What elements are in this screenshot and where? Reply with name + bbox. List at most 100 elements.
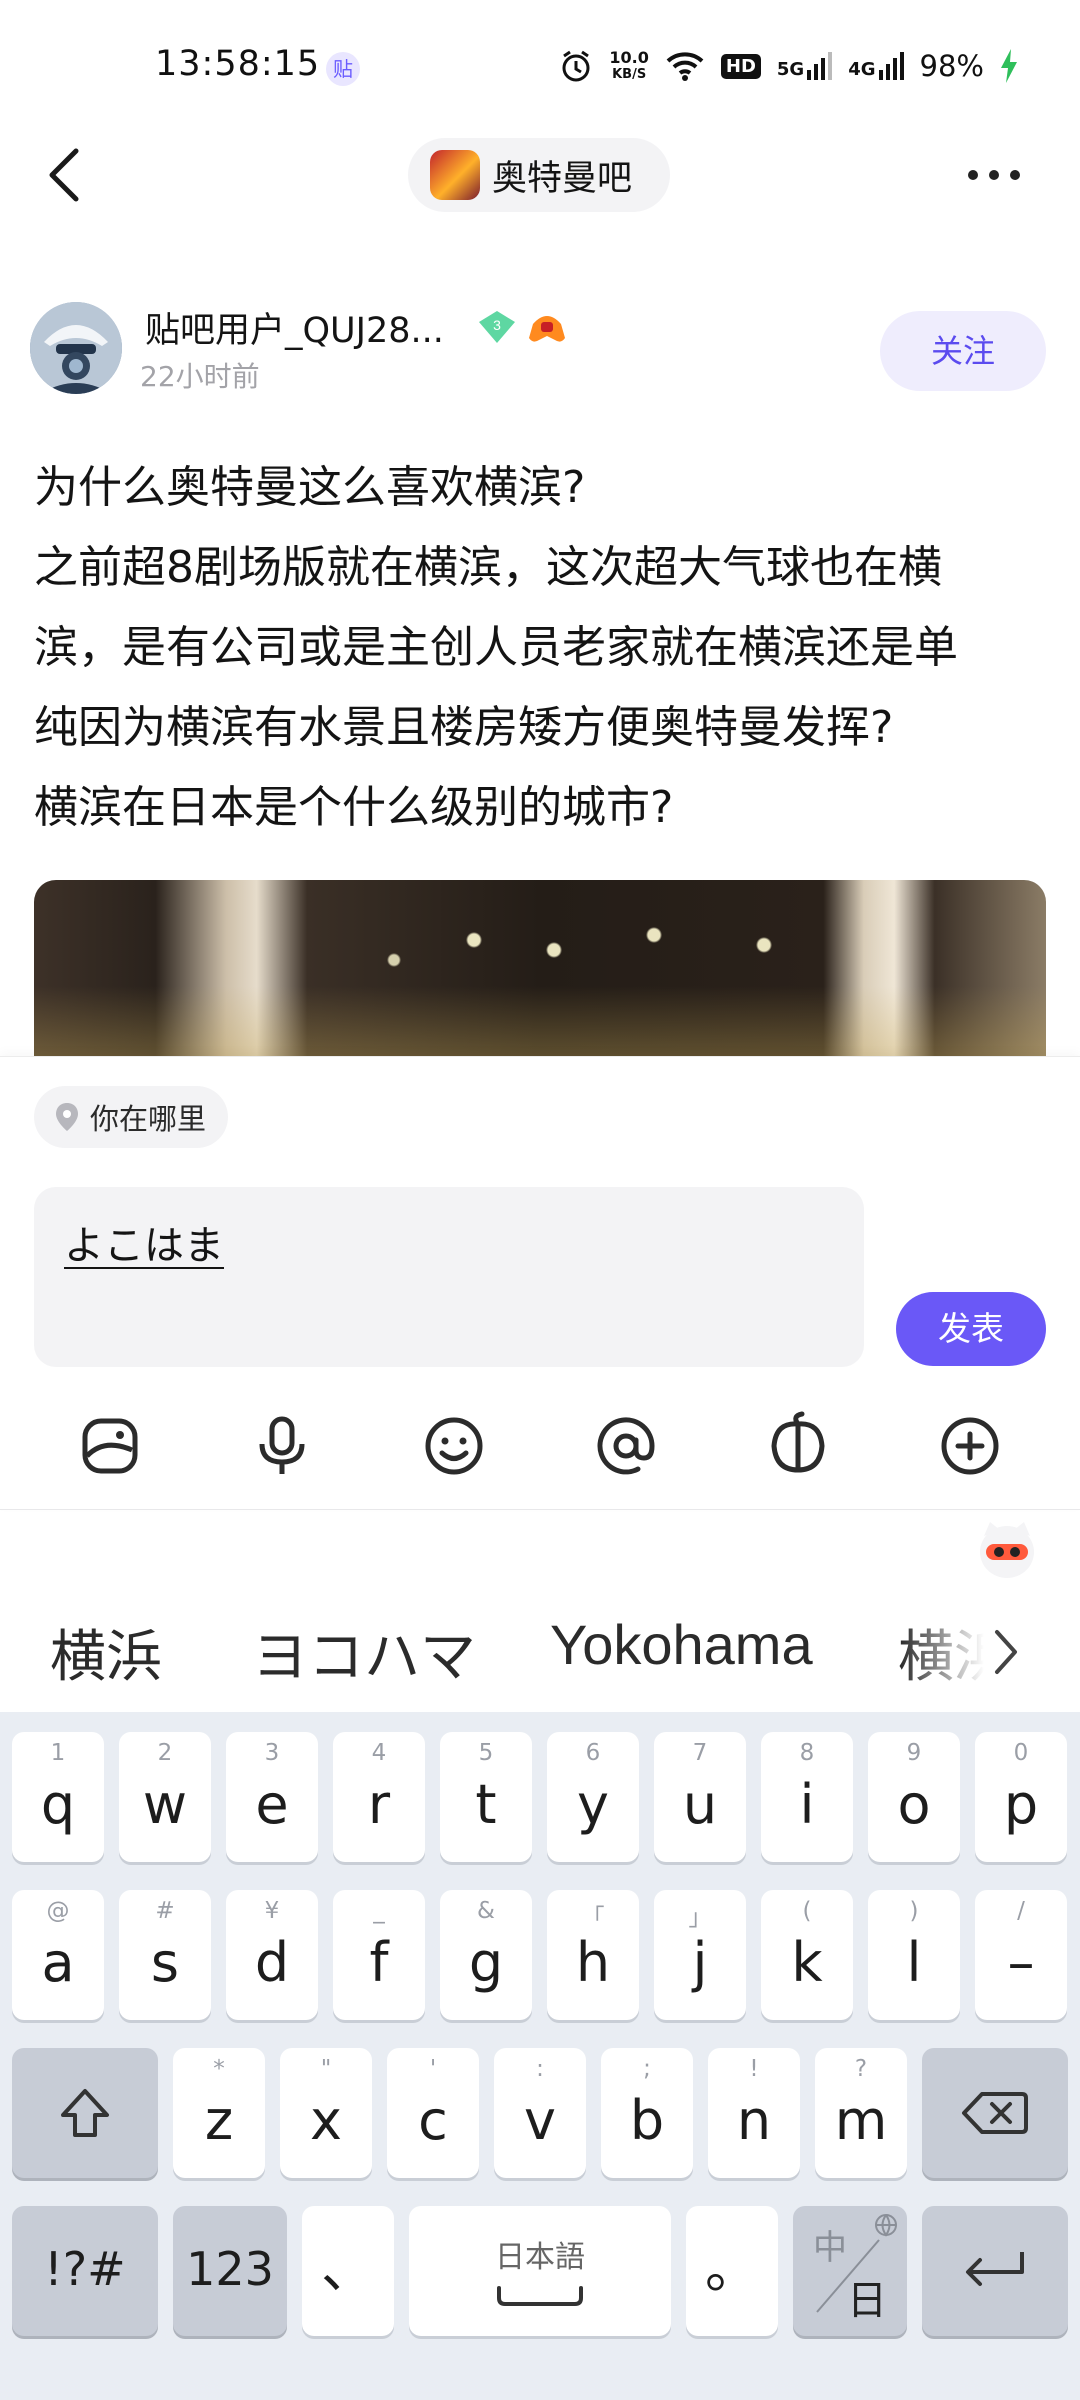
post-line: 纯因为横滨有水景且楼房矮方便奥特曼发挥? bbox=[34, 702, 894, 753]
key-f[interactable]: _ f bbox=[333, 1890, 425, 2020]
level-number: 3 bbox=[493, 317, 501, 333]
key-u[interactable]: 7u bbox=[654, 1732, 746, 1862]
key-hint: 7 bbox=[692, 1740, 708, 1766]
reply-input[interactable]: よこはま bbox=[34, 1187, 864, 1367]
status-time: 13:58:15 bbox=[155, 44, 321, 84]
key-hint: * bbox=[213, 2056, 225, 2082]
key-a[interactable]: @ a bbox=[12, 1890, 104, 2020]
plus-icon[interactable] bbox=[934, 1410, 1006, 1482]
signal-4g-label: 4G bbox=[848, 59, 876, 80]
key-n[interactable]: ! n bbox=[708, 2048, 800, 2178]
at-mention-icon[interactable] bbox=[590, 1410, 662, 1482]
key-k[interactable]: (k bbox=[761, 1890, 853, 2020]
key-dash[interactable]: / – bbox=[975, 1890, 1067, 2020]
post-image[interactable] bbox=[34, 880, 1046, 1056]
key-hint: 「 bbox=[581, 1905, 605, 1931]
key-char: z bbox=[204, 2089, 234, 2152]
space-bar-icon bbox=[497, 2286, 583, 2306]
numbers-key[interactable]: 123 bbox=[173, 2206, 287, 2336]
key-char: c bbox=[418, 2089, 448, 2152]
key-char: w bbox=[142, 1773, 188, 1836]
key-z[interactable]: * z bbox=[173, 2048, 265, 2178]
key-char: 、 bbox=[321, 2237, 375, 2300]
key-char: i bbox=[799, 1773, 815, 1836]
location-label: 你在哪里 bbox=[90, 1102, 207, 1136]
key-char: – bbox=[1007, 1931, 1035, 1994]
key-i[interactable]: 8i bbox=[761, 1732, 853, 1862]
comma-key[interactable]: 、 bbox=[302, 2206, 394, 2336]
emoji-icon[interactable] bbox=[418, 1410, 490, 1482]
key-o[interactable]: 9o bbox=[868, 1732, 960, 1862]
gift-icon[interactable] bbox=[762, 1410, 834, 1482]
back-icon[interactable] bbox=[40, 145, 90, 205]
space-key[interactable]: 日本語 bbox=[409, 2206, 671, 2336]
author-username[interactable]: 贴吧用户_QUJ28... bbox=[145, 302, 444, 353]
status-bar: 13:58:15 贴 10.0 KB/S HD 5G 4G 98% bbox=[0, 0, 1080, 130]
key-y[interactable]: 6y bbox=[547, 1732, 639, 1862]
key-q[interactable]: 1q bbox=[12, 1732, 104, 1862]
key-s[interactable]: # s bbox=[119, 1890, 211, 2020]
language-switch-key[interactable]: 中 日 bbox=[793, 2206, 907, 2336]
image-icon[interactable] bbox=[74, 1410, 146, 1482]
key-char: u bbox=[682, 1773, 718, 1836]
period-key[interactable]: 。 bbox=[686, 2206, 778, 2336]
ime-suggestion[interactable]: Yokohama bbox=[550, 1612, 813, 1677]
key-char: g bbox=[468, 1931, 504, 1994]
key-char: y bbox=[577, 1773, 609, 1836]
chevron-right-icon[interactable] bbox=[985, 1622, 1029, 1682]
key-hint: ? bbox=[854, 2056, 868, 2082]
enter-key[interactable] bbox=[922, 2206, 1068, 2336]
key-j[interactable]: 」 j bbox=[654, 1890, 746, 2020]
location-chip[interactable]: 你在哪里 bbox=[34, 1086, 229, 1148]
key-w[interactable]: 2w bbox=[119, 1732, 211, 1862]
key-g[interactable]: & g bbox=[440, 1890, 532, 2020]
key-hint: 」 bbox=[688, 1905, 712, 1931]
key-b[interactable]: ; b bbox=[601, 2048, 693, 2178]
net-speed: 10.0 KB/S bbox=[609, 49, 648, 83]
lang-divider bbox=[816, 2239, 880, 2313]
key-h[interactable]: 「h bbox=[547, 1890, 639, 2020]
wifi-icon bbox=[666, 52, 704, 81]
key-hint: : bbox=[536, 2056, 544, 2082]
key-v[interactable]: :v bbox=[494, 2048, 586, 2178]
ime-suggestion[interactable]: ヨコハマ bbox=[252, 1612, 476, 1693]
hd-badge: HD bbox=[720, 53, 761, 79]
key-char: j bbox=[692, 1931, 708, 1994]
battery-percent: 98% bbox=[919, 49, 984, 83]
microphone-icon[interactable] bbox=[246, 1410, 318, 1482]
key-char: h bbox=[575, 1931, 611, 1994]
net-speed-value: 10.0 bbox=[609, 48, 649, 67]
key-char: e bbox=[255, 1773, 289, 1836]
forum-avatar bbox=[430, 150, 480, 200]
key-hint: 2 bbox=[157, 1740, 173, 1766]
key-hint: @ bbox=[46, 1898, 70, 1924]
key-hint: ¥ bbox=[264, 1898, 280, 1924]
backspace-key[interactable] bbox=[922, 2048, 1068, 2178]
alarm-icon bbox=[562, 50, 590, 82]
key-char: 。 bbox=[705, 2237, 759, 2300]
follow-button[interactable]: 关注 bbox=[880, 311, 1046, 391]
key-m[interactable]: ? m bbox=[815, 2048, 907, 2178]
key-r[interactable]: 4r bbox=[333, 1732, 425, 1862]
key-c[interactable]: ' c bbox=[387, 2048, 479, 2178]
forum-pill[interactable]: 奥特曼吧 bbox=[408, 138, 670, 212]
key-char: x bbox=[310, 2089, 342, 2152]
key-e[interactable]: 3e bbox=[226, 1732, 318, 1862]
key-char: 123 bbox=[186, 2242, 274, 2296]
key-l[interactable]: ) l bbox=[868, 1890, 960, 2020]
send-button[interactable]: 发表 bbox=[896, 1292, 1046, 1366]
symbols-key[interactable]: !?# bbox=[12, 2206, 158, 2336]
key-p[interactable]: 0p bbox=[975, 1732, 1067, 1862]
author-avatar[interactable] bbox=[30, 302, 122, 394]
key-t[interactable]: 5t bbox=[440, 1732, 532, 1862]
tieba-notification-icon: 贴 bbox=[326, 52, 360, 86]
shift-key[interactable] bbox=[12, 2048, 158, 2178]
ime-mascot-icon[interactable] bbox=[978, 1518, 1036, 1582]
key-hint: ) bbox=[909, 1898, 919, 1924]
key-hint: & bbox=[477, 1898, 495, 1924]
key-d[interactable]: ¥ d bbox=[226, 1890, 318, 2020]
ime-suggestion[interactable]: 横浜 bbox=[50, 1612, 162, 1693]
more-options-icon[interactable] bbox=[968, 160, 1028, 190]
key-hint: 0 bbox=[1013, 1740, 1029, 1766]
key-x[interactable]: " x bbox=[280, 2048, 372, 2178]
